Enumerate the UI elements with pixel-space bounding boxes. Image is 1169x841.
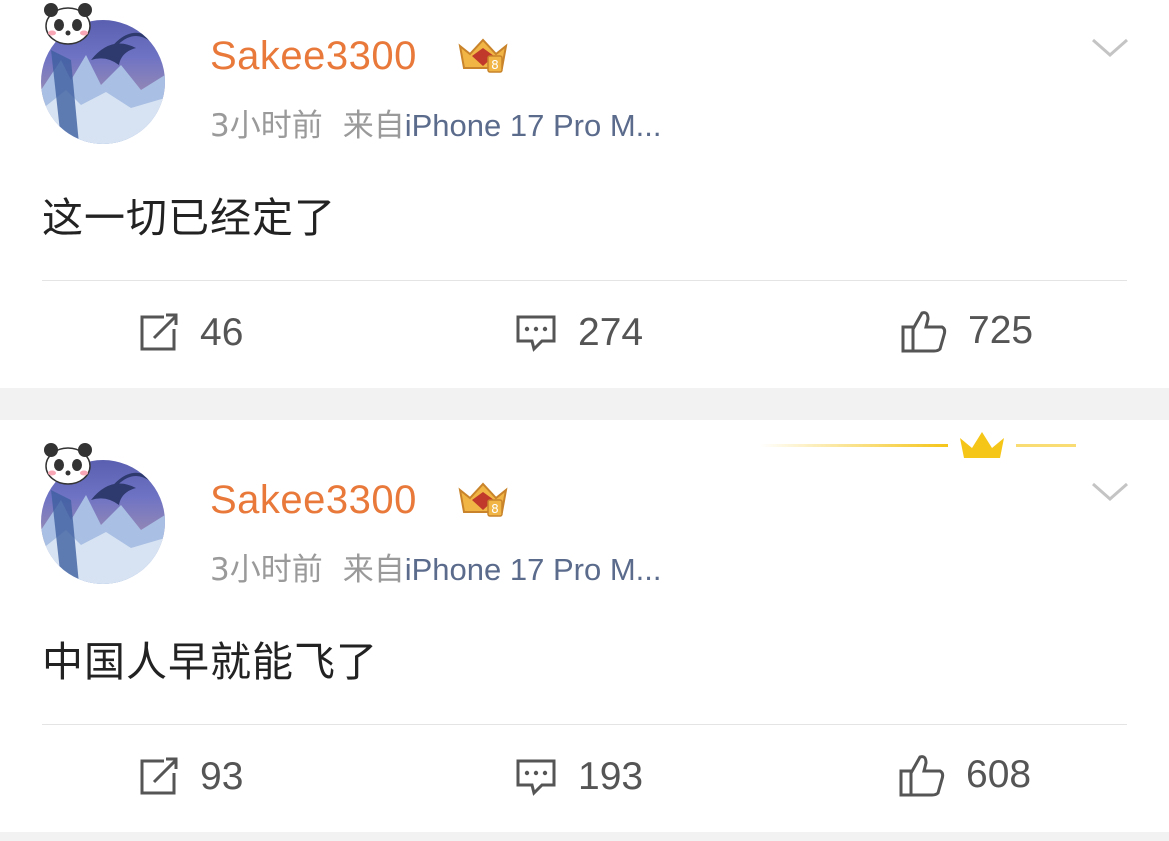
username[interactable]: Sakee3300 [210,34,417,79]
repost-icon [140,757,178,795]
thumbs-up-icon [899,755,945,797]
post-meta: 3小时前 来自iPhone 17 Pro M... [210,100,661,145]
panda-icon [44,443,92,485]
post-time: 3小时前 [210,552,323,588]
comment-button[interactable]: 274 [514,311,643,355]
svg-text:8: 8 [491,58,499,72]
source-prefix: 来自 [342,108,405,144]
repost-icon [140,313,178,351]
avatar[interactable] [38,0,170,150]
weibo-post: Sakee3300 8 3小时前 来自iPhone 17 Pro M... 中国人… [0,420,1169,832]
comment-icon [516,315,556,352]
comment-icon [516,759,556,796]
crown-badge-icon[interactable]: 8 [456,480,510,520]
comment-button[interactable]: 193 [514,755,643,799]
comment-count: 193 [578,755,644,798]
svg-text:8: 8 [491,502,499,516]
like-count: 608 [966,753,1032,796]
weibo-post: Sakee3300 8 3小时前 来自iPhone 17 Pro M... 这一切… [0,0,1169,388]
repost-button[interactable]: 93 [136,755,243,799]
thumbs-up-icon [901,311,947,353]
like-button[interactable]: 725 [900,309,1033,353]
device-name[interactable]: iPhone 17 Pro M... [405,552,662,587]
post-content: 中国人早就能飞了 [42,638,378,686]
divider [42,724,1127,725]
device-name[interactable]: iPhone 17 Pro M... [405,108,662,143]
repost-button[interactable]: 46 [136,311,243,355]
repost-count: 46 [200,311,244,354]
crown-decoration-icon [760,432,1076,458]
chevron-down-icon[interactable] [1090,480,1130,504]
crown-badge-icon[interactable]: 8 [456,36,510,76]
chevron-down-icon[interactable] [1090,36,1130,60]
like-count: 725 [968,309,1034,352]
post-meta: 3小时前 来自iPhone 17 Pro M... [210,544,661,589]
post-time: 3小时前 [210,108,323,144]
panda-icon [44,3,92,45]
divider [42,280,1127,281]
post-content: 这一切已经定了 [42,194,336,242]
comment-count: 274 [578,311,644,354]
username[interactable]: Sakee3300 [210,478,417,523]
avatar[interactable] [38,440,170,590]
source-prefix: 来自 [342,552,405,588]
like-button[interactable]: 608 [898,753,1031,797]
repost-count: 93 [200,755,244,798]
